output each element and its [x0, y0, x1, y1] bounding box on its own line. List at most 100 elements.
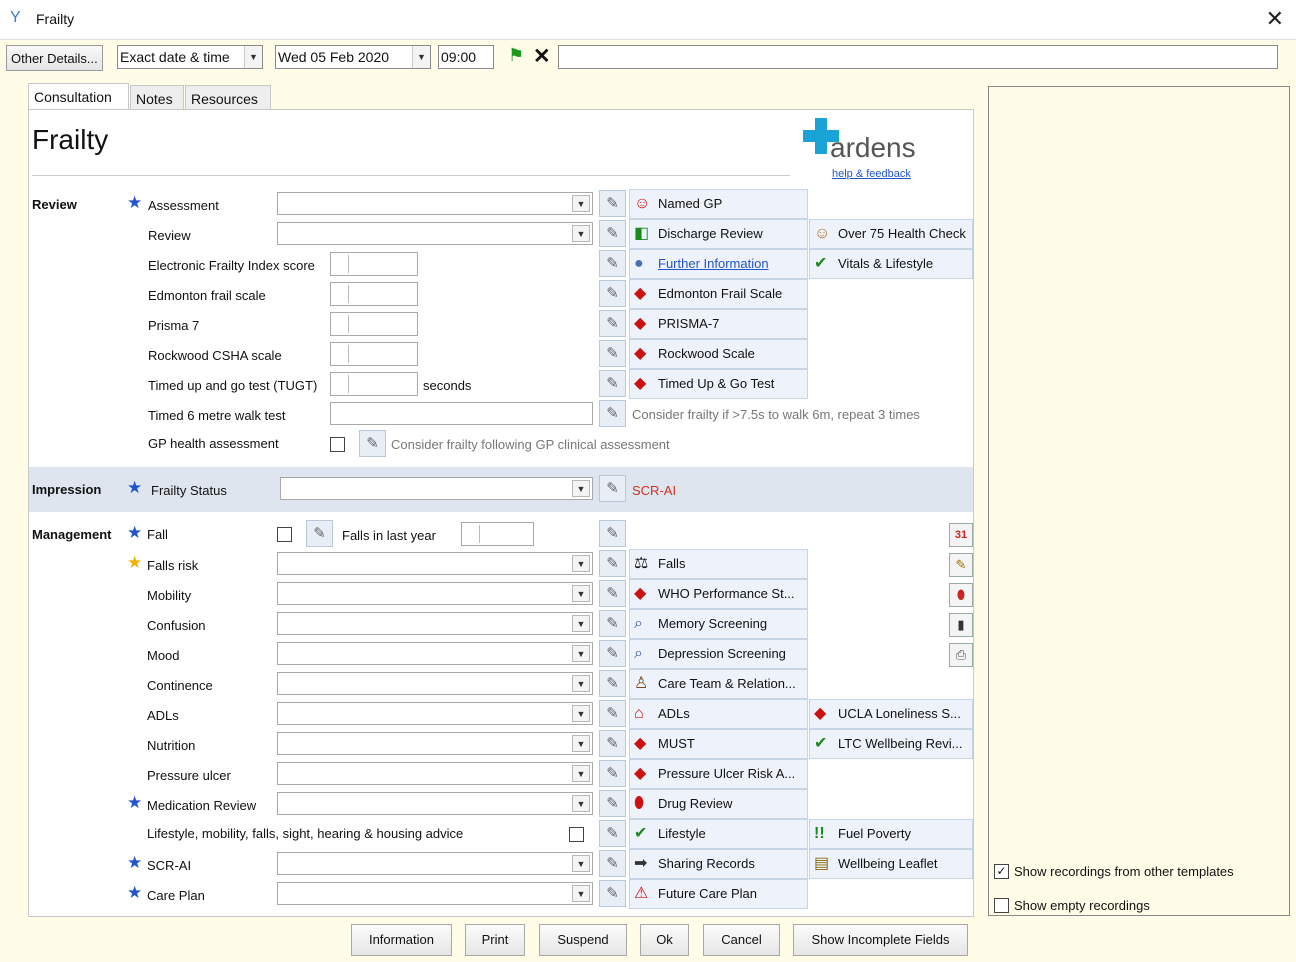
frailty-status-select[interactable]: ▼ — [280, 477, 593, 500]
tugt-input[interactable] — [330, 372, 418, 396]
chevron-down-icon[interactable]: ▼ — [572, 735, 590, 752]
help-feedback-link[interactable]: help & feedback — [832, 168, 911, 180]
cancel-button[interactable]: Cancel — [703, 924, 780, 956]
pencil-icon[interactable]: ✎ — [599, 520, 626, 547]
show-other-checkbox[interactable]: ✓ — [994, 864, 1009, 879]
review-select[interactable]: ▼ — [277, 222, 593, 245]
chevron-down-icon[interactable]: ▼ — [572, 555, 590, 572]
sharing-records-link[interactable]: ➡ Sharing Records — [629, 849, 808, 879]
pencil-icon[interactable]: ✎ — [599, 280, 626, 307]
ucla-link[interactable]: ◆ UCLA Loneliness S... — [809, 699, 973, 729]
bottle-icon[interactable]: ▮ — [949, 613, 973, 637]
confusion-select[interactable]: ▼ — [277, 612, 593, 635]
falls-last-year-input[interactable] — [461, 522, 534, 546]
lifestyle-link[interactable]: ✔ Lifestyle — [629, 819, 808, 849]
chevron-down-icon[interactable]: ▼ — [572, 885, 590, 902]
pencil-icon[interactable]: ✎ — [599, 820, 626, 847]
rockwood-scale-link[interactable]: ◆ Rockwood Scale — [629, 339, 808, 369]
close-icon[interactable]: ✕ — [1266, 6, 1284, 32]
drug-review-link[interactable]: ⬮ Drug Review — [629, 789, 808, 819]
memory-link[interactable]: ⌕ Memory Screening — [629, 609, 808, 639]
chevron-down-icon[interactable]: ▼ — [572, 765, 590, 782]
lifestyle-advice-checkbox[interactable] — [569, 827, 584, 842]
prisma-input[interactable] — [330, 312, 418, 336]
named-gp-link[interactable]: ☺ Named GP — [629, 189, 808, 219]
clear-icon[interactable]: ✕ — [533, 44, 551, 69]
pencil-icon[interactable]: ✎ — [599, 190, 626, 217]
over75-link[interactable]: ☺ Over 75 Health Check — [809, 219, 973, 249]
pencil-icon[interactable]: ✎ — [599, 550, 626, 577]
chevron-down-icon[interactable]: ▼ — [572, 480, 590, 497]
mood-select[interactable]: ▼ — [277, 642, 593, 665]
pencil-icon[interactable]: ✎ — [599, 475, 626, 502]
walk-input[interactable] — [330, 402, 593, 425]
edmonton-input[interactable] — [330, 282, 418, 306]
must-link[interactable]: ◆ MUST — [629, 729, 808, 759]
falls-risk-select[interactable]: ▼ — [277, 552, 593, 575]
pencil-icon[interactable]: ✎ — [599, 250, 626, 277]
pencil-icon[interactable]: ✎ — [599, 340, 626, 367]
fuel-poverty-link[interactable]: !! Fuel Poverty — [809, 819, 973, 849]
ok-button[interactable]: Ok — [640, 924, 689, 956]
time-field[interactable]: 09:00 — [438, 45, 494, 69]
pencil-icon[interactable]: ✎ — [599, 670, 626, 697]
pencil-icon[interactable]: ✎ — [599, 760, 626, 787]
medication-review-select[interactable]: ▼ — [277, 792, 593, 815]
care-plan-select[interactable]: ▼ — [277, 882, 593, 905]
pencil-icon[interactable]: ✎ — [599, 370, 626, 397]
pencil-icon[interactable]: ✎ — [599, 880, 626, 907]
suspend-button[interactable]: Suspend — [539, 924, 627, 956]
pencil-icon[interactable]: ✎ — [599, 400, 626, 427]
rockwood-input[interactable] — [330, 342, 418, 366]
pressure-ulcer-select[interactable]: ▼ — [277, 762, 593, 785]
chevron-down-icon[interactable]: ▼ — [244, 46, 262, 68]
depression-link[interactable]: ⌕ Depression Screening — [629, 639, 808, 669]
show-incomplete-button[interactable]: Show Incomplete Fields — [793, 924, 968, 956]
show-empty-checkbox[interactable] — [994, 898, 1009, 913]
assessment-select[interactable]: ▼ — [277, 192, 593, 215]
scr-ai-select[interactable]: ▼ — [277, 852, 593, 875]
pencil-icon[interactable]: ✎ — [599, 640, 626, 667]
adls-select[interactable]: ▼ — [277, 702, 593, 725]
pencil-icon[interactable]: ✎ — [599, 850, 626, 877]
printer-icon[interactable]: ⎙ — [949, 643, 973, 667]
pencil-icon[interactable]: ✎ — [359, 430, 386, 457]
free-text-field[interactable] — [558, 45, 1278, 69]
edmonton-scale-link[interactable]: ◆ Edmonton Frail Scale — [629, 279, 808, 309]
chevron-down-icon[interactable]: ▼ — [572, 615, 590, 632]
continence-select[interactable]: ▼ — [277, 672, 593, 695]
date-picker[interactable]: Wed 05 Feb 2020 ▼ — [275, 45, 431, 69]
further-info-link[interactable]: ● Further Information — [629, 249, 808, 279]
pencil-icon[interactable]: ✎ — [599, 700, 626, 727]
other-details-button[interactable]: Other Details... — [6, 45, 103, 71]
chevron-down-icon[interactable]: ▼ — [572, 675, 590, 692]
ltc-link[interactable]: ✔ LTC Wellbeing Revi... — [809, 729, 973, 759]
chevron-down-icon[interactable]: ▼ — [572, 795, 590, 812]
pencil-icon[interactable]: ✎ — [599, 220, 626, 247]
fall-checkbox[interactable] — [277, 527, 292, 542]
wellbeing-leaflet-link[interactable]: ▤ Wellbeing Leaflet — [809, 849, 973, 879]
vitals-link[interactable]: ✔ Vitals & Lifestyle — [809, 249, 973, 279]
chevron-down-icon[interactable]: ▼ — [412, 46, 430, 68]
flag-icon[interactable]: ⚑ — [508, 45, 524, 66]
tab-consultation[interactable]: Consultation — [28, 83, 129, 111]
efi-input[interactable] — [330, 252, 418, 276]
clipboard-icon[interactable]: ✎ — [949, 553, 973, 577]
pencil-icon[interactable]: ✎ — [599, 610, 626, 637]
chevron-down-icon[interactable]: ▼ — [572, 705, 590, 722]
gp-health-checkbox[interactable] — [330, 437, 345, 452]
print-button[interactable]: Print — [465, 924, 525, 956]
date-mode-select[interactable]: Exact date & time ▼ — [117, 45, 263, 69]
pressure-risk-link[interactable]: ◆ Pressure Ulcer Risk A... — [629, 759, 808, 789]
calendar-icon[interactable]: 31 — [949, 523, 973, 547]
chevron-down-icon[interactable]: ▼ — [572, 195, 590, 212]
nutrition-select[interactable]: ▼ — [277, 732, 593, 755]
pencil-icon[interactable]: ✎ — [599, 310, 626, 337]
mobility-select[interactable]: ▼ — [277, 582, 593, 605]
pencil-icon[interactable]: ✎ — [599, 730, 626, 757]
tab-resources[interactable]: Resources — [185, 85, 271, 111]
chevron-down-icon[interactable]: ▼ — [572, 855, 590, 872]
information-button[interactable]: Information — [351, 924, 452, 956]
adls-link[interactable]: ⌂ ADLs — [629, 699, 808, 729]
pencil-icon[interactable]: ✎ — [599, 580, 626, 607]
